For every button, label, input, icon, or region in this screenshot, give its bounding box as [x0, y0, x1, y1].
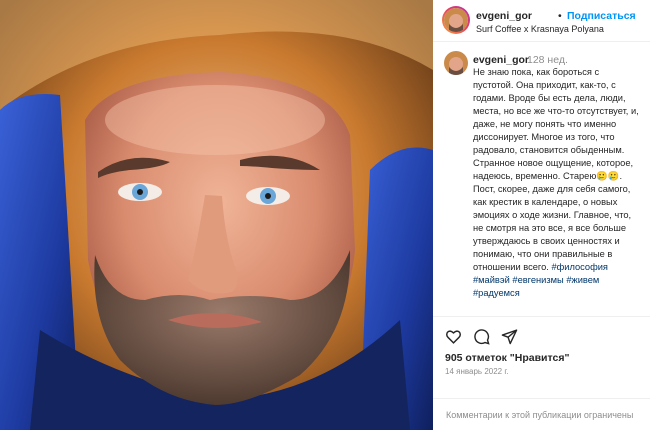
caption-line: годами. Вроде бы есть дела, люди, — [473, 93, 626, 103]
caption-line: диссонирует. Многое из того, что — [473, 132, 615, 142]
caption-avatar[interactable] — [444, 51, 468, 75]
comment-area — [433, 398, 650, 430]
heart-icon[interactable] — [445, 328, 462, 345]
hashtag-link[interactable]: #радуемся — [473, 288, 520, 298]
caption-username[interactable]: evgeni_gor — [473, 54, 529, 66]
comment-input — [446, 407, 650, 423]
caption-line: понимаю, что они правильные в — [473, 249, 613, 259]
avatar-image — [444, 8, 468, 32]
caption-line: Не знаю пока, как бороться с — [473, 67, 600, 77]
separator-dot: • — [558, 10, 562, 22]
hashtag-link[interactable]: #майвэй — [473, 275, 510, 285]
caption-line: радовало, становится обыденным. — [473, 145, 625, 155]
caption-line: утверждаюсь в своих ценностях и — [473, 236, 620, 246]
hashtag-line: #радуемся — [473, 287, 650, 300]
post-photo[interactable] — [0, 0, 433, 430]
caption-line: места, но все же что-то отсутствует, и, — [473, 106, 639, 116]
post-location[interactable]: Surf Coffee x Krasnaya Polyana — [476, 24, 604, 34]
paper-plane-icon[interactable] — [501, 328, 518, 345]
caption-line: пустотой. Она приходит, как-то, с — [473, 80, 616, 90]
caption-line-text: отношении всего. — [473, 262, 549, 272]
caption-line: надеюсь, временно. Старею🥲🥲. — [473, 171, 623, 181]
caption-line-with-hashtag: отношении всего. #философия — [473, 261, 650, 274]
caption-line: не смотря на это все, я все больше — [473, 223, 627, 233]
caption-line: даже, не могу понять что именно — [473, 119, 617, 129]
post-header: evgeni_gor • Подписаться Surf Coffee x K… — [433, 0, 650, 42]
caption-time[interactable]: 128 нед. — [527, 54, 568, 66]
post-photo-image — [0, 0, 433, 430]
hashtag-link[interactable]: #евгенизмы — [512, 275, 563, 285]
author-username[interactable]: evgeni_gor — [476, 10, 532, 22]
post-date[interactable]: 14 январь 2022 г. — [445, 367, 509, 376]
like-count[interactable]: 905 отметок "Нравится" — [445, 352, 569, 364]
author-avatar[interactable] — [442, 6, 470, 34]
hashtag-line: #майвэй #евгенизмы #живем — [473, 274, 650, 287]
hashtag-link[interactable]: #живем — [566, 275, 599, 285]
comment-bubble-icon[interactable] — [473, 328, 490, 345]
caption-line: как крестик в календаре, о новых — [473, 197, 618, 207]
caption-line: эмоциях о ходе жизни. Главное, что, — [473, 210, 632, 220]
post-side-panel: evgeni_gor • Подписаться Surf Coffee x K… — [433, 0, 650, 430]
caption-line: Пост, скорее, даже для себя самого, — [473, 184, 631, 194]
caption-line: Странное новое ощущение, которое, — [473, 158, 634, 168]
follow-button[interactable]: Подписаться — [567, 10, 636, 22]
hashtag-link[interactable]: #философия — [551, 262, 608, 272]
post-caption: Не знаю пока, как бороться с пустотой. О… — [473, 66, 650, 300]
